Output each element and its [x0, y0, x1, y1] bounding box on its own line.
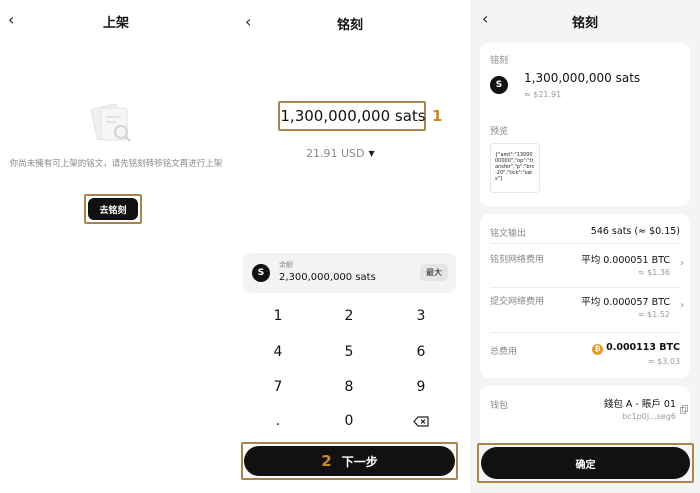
key-3[interactable]: 3	[391, 303, 451, 329]
output-value: 546 sats (≈ $0.15)	[590, 226, 680, 237]
copy-icon[interactable]	[680, 405, 688, 414]
total-fee-value: 0.000113 BTC	[606, 342, 680, 353]
inscribe-label: 铭刻	[490, 56, 509, 66]
next-button[interactable]: 2 下一步	[244, 446, 455, 476]
key-5[interactable]: 5	[319, 339, 379, 365]
total-fee-usd: ≈ $3.03	[647, 357, 680, 366]
wallet-card: 钱包 錢包 A - 賬戶 01 bc1p0j...seg6	[480, 386, 690, 446]
inscribe-fee-label: 铭刻网络费用	[490, 255, 545, 265]
listing-screen: ‹ 上架 你尚未擁有可上架的铭文，请先铭刻转移铭文再进行上架 去铭刻	[0, 0, 232, 493]
backspace-icon	[413, 415, 429, 427]
key-7[interactable]: 7	[248, 374, 308, 400]
caret-down-icon: ▼	[368, 149, 375, 158]
inscribe-amount-usd: ≈ $21.91	[524, 90, 562, 99]
submit-fee-value: 平均 0.000057 BTC	[581, 297, 670, 308]
total-fee: ₿ 0.000113 BTC	[592, 342, 680, 355]
divider	[490, 243, 680, 244]
inscribe-fee-value: 平均 0.000051 BTC	[581, 255, 670, 266]
max-button[interactable]: 最大	[420, 264, 448, 281]
balance-card: S 余额 2,300,000,000 sats 最大	[243, 253, 456, 293]
back-arrow-icon[interactable]: ‹	[8, 12, 14, 28]
key-1[interactable]: 1	[248, 303, 308, 329]
amount-input[interactable]: 1,300,000,000 sats	[280, 103, 426, 129]
confirm-inscription-screen: ‹ 铭刻 铭刻 S 1,300,000,000 sats ≈ $21.91 预览…	[470, 0, 700, 493]
inscribe-amount: 1,300,000,000 sats	[524, 71, 641, 85]
backspace-key[interactable]	[391, 408, 451, 434]
sats-coin-icon: S	[490, 76, 508, 94]
chevron-right-icon: ›	[680, 258, 684, 269]
empty-state-message: 你尚未擁有可上架的铭文，请先铭刻转移铭文再进行上架	[9, 159, 223, 169]
page-title: 上架	[102, 16, 129, 31]
chevron-right-icon: ›	[680, 300, 684, 311]
key-6[interactable]: 6	[391, 339, 451, 365]
inscription-card: 铭刻 S 1,300,000,000 sats ≈ $21.91 预览 {"am…	[480, 43, 690, 206]
screenshot-root: ‹ 上架 你尚未擁有可上架的铭文，请先铭刻转移铭文再进行上架 去铭刻 ‹ 铭刻 …	[0, 0, 700, 493]
key-2[interactable]: 2	[319, 303, 379, 329]
submit-fee-usd: ≈ $1.52	[637, 310, 670, 319]
confirm-button[interactable]: 确定	[481, 447, 690, 479]
wallet-label: 钱包	[490, 401, 509, 411]
next-button-label: 下一步	[341, 454, 378, 469]
usd-value: 21.91 USD	[306, 147, 365, 160]
preview-label: 预览	[490, 127, 509, 137]
divider	[490, 332, 680, 333]
key-9[interactable]: 9	[391, 374, 451, 400]
balance-label: 余额	[279, 261, 293, 269]
wallet-name: 錢包 A - 賬戶 01	[603, 399, 676, 410]
page-title: 铭刻	[336, 18, 363, 33]
step-number-2: 2	[321, 452, 332, 470]
key-0[interactable]: 0	[319, 408, 379, 434]
balance-value: 2,300,000,000 sats	[279, 272, 376, 283]
back-arrow-icon[interactable]: ‹	[245, 14, 251, 30]
page-title: 铭刻	[571, 16, 598, 31]
sats-coin-icon: S	[252, 264, 270, 282]
btc-coin-icon: ₿	[592, 343, 604, 355]
wallet-address: bc1p0j...seg6	[622, 412, 676, 421]
fees-card: 铭文输出 546 sats (≈ $0.15) 铭刻网络费用 平均 0.0000…	[480, 214, 690, 378]
submit-fee-label: 提交网络费用	[490, 297, 545, 307]
output-label: 铭文输出	[490, 229, 527, 239]
step-number-1: 1	[432, 107, 443, 125]
inscribe-amount-screen: ‹ 铭刻 1,300,000,000 sats 1 21.91 USD ▼ S …	[236, 0, 464, 493]
go-inscribe-button[interactable]: 去铭刻	[88, 198, 138, 220]
inscribe-fee-usd: ≈ $1.36	[637, 268, 670, 277]
inscription-preview: {"amt":"1300000000","op":"transfer","p":…	[490, 143, 540, 193]
usd-converter[interactable]: 21.91 USD ▼	[306, 147, 375, 160]
key-8[interactable]: 8	[319, 374, 379, 400]
empty-document-icon	[91, 103, 131, 142]
divider	[490, 287, 680, 288]
key-4[interactable]: 4	[248, 339, 308, 365]
total-fee-label: 总费用	[490, 347, 518, 357]
key-decimal[interactable]: .	[248, 408, 308, 434]
back-arrow-icon[interactable]: ‹	[482, 11, 488, 27]
